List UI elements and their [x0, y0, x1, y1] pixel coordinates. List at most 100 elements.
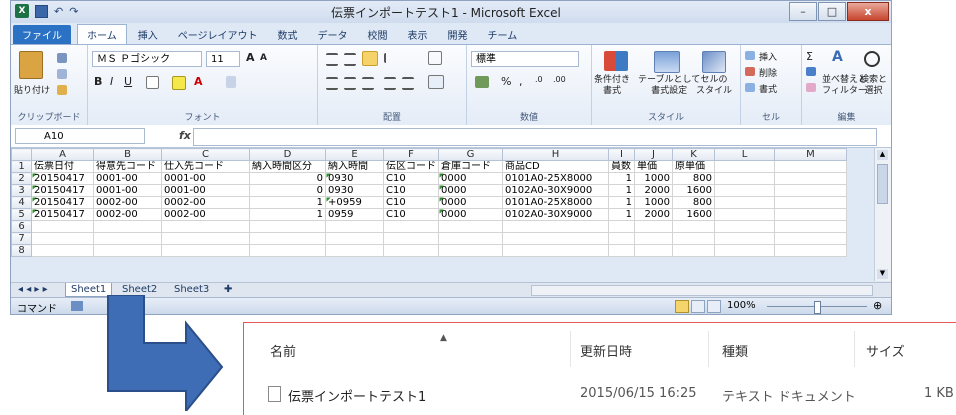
zoom-in-icon[interactable]: ⊕ [873, 299, 882, 312]
grid-cell[interactable]: 1 [249, 196, 326, 209]
table-format-button[interactable]: テーブルとして 書式設定 [638, 75, 700, 97]
grid-cell[interactable] [608, 244, 635, 257]
grid-cell[interactable] [249, 232, 326, 245]
grid-cell[interactable] [714, 244, 775, 257]
normal-view-icon[interactable] [675, 300, 689, 313]
grid-cell[interactable]: 納入時間 [325, 160, 384, 173]
grid-cell[interactable] [502, 244, 609, 257]
column-header[interactable]: L [714, 148, 775, 161]
tab-page-layout[interactable]: ページレイアウト [169, 25, 267, 44]
grid-cell[interactable]: 伝区コード [383, 160, 439, 173]
grid-cell[interactable]: 単価 [634, 160, 673, 173]
grid-cell[interactable]: 0101A0-25X8000 [502, 196, 609, 209]
tab-data[interactable]: データ [309, 25, 357, 44]
grid-cell[interactable]: 20150417 [31, 196, 94, 209]
grid-cell[interactable]: 伝票日付 [31, 160, 94, 173]
grid-cell[interactable]: C10 [383, 184, 439, 197]
conditional-format-icon[interactable] [604, 51, 628, 71]
paste-icon[interactable] [19, 51, 43, 79]
grid-cell[interactable] [249, 220, 326, 233]
grid-cell[interactable]: 原単価 [672, 160, 715, 173]
conditional-format-button[interactable]: 条件付き 書式 [594, 75, 630, 97]
grid-cell[interactable] [774, 232, 847, 245]
font-color-icon[interactable]: A [194, 75, 203, 88]
number-format-select[interactable]: 標準 [471, 51, 579, 67]
grid-cell[interactable]: 0930 [325, 172, 384, 185]
tab-team[interactable]: チーム [479, 25, 527, 44]
grid-cell[interactable]: 0000 [438, 196, 503, 209]
fill-icon[interactable] [806, 67, 816, 76]
grid-cell[interactable]: 1000 [634, 172, 673, 185]
column-header[interactable]: C [161, 148, 250, 161]
grid-cell[interactable]: 0000 [438, 184, 503, 197]
grid-cell[interactable]: 得意先コード [93, 160, 162, 173]
currency-icon[interactable] [475, 76, 489, 88]
grid-cell[interactable]: 0001-00 [161, 184, 250, 197]
grid-cell[interactable] [634, 220, 673, 233]
grid-cell[interactable] [325, 220, 384, 233]
grid-cell[interactable] [383, 232, 439, 245]
grid-cell[interactable]: 2000 [634, 208, 673, 221]
grid-cell[interactable]: 0001-00 [93, 172, 162, 185]
grid-cell[interactable] [31, 244, 94, 257]
formula-input[interactable] [193, 128, 877, 146]
grid-cell[interactable]: 1 [608, 196, 635, 209]
grid-cell[interactable] [634, 244, 673, 257]
align-bottom-icon[interactable] [362, 51, 378, 66]
grid-cell[interactable]: 0002-00 [161, 196, 250, 209]
merge-cells-icon[interactable] [428, 75, 444, 89]
column-header[interactable]: M [774, 148, 847, 161]
format-cells-button[interactable]: 書式 [759, 82, 777, 95]
sort-filter-icon[interactable]: A [832, 49, 843, 65]
zoom-thumb[interactable] [814, 301, 821, 314]
delete-cells-button[interactable]: 削除 [759, 66, 777, 79]
align-left-icon[interactable] [326, 77, 338, 90]
row-header[interactable]: 7 [11, 232, 32, 245]
insert-cells-icon[interactable] [745, 51, 755, 60]
column-header[interactable]: I [608, 148, 635, 161]
grid-cell[interactable]: 800 [672, 196, 715, 209]
grid-cell[interactable] [714, 184, 775, 197]
grid-cell[interactable]: 20150417 [31, 172, 94, 185]
close-button[interactable]: x [847, 2, 889, 21]
wrap-text-icon[interactable] [428, 51, 442, 65]
clear-icon[interactable] [806, 83, 816, 92]
grid-cell[interactable]: 0102A0-30X9000 [502, 208, 609, 221]
grid-cell[interactable]: 0102A0-30X9000 [502, 184, 609, 197]
font-name-select[interactable]: ＭＳ Ｐゴシック [92, 51, 202, 67]
grid-cell[interactable]: 商品CD [502, 160, 609, 173]
shrink-font-icon[interactable]: A [260, 53, 267, 63]
grid-cell[interactable] [438, 232, 503, 245]
grid-cell[interactable]: 納入時間区分 [249, 160, 326, 173]
tab-insert[interactable]: 挿入 [129, 25, 167, 44]
column-size[interactable]: サイズ [866, 341, 905, 360]
paste-button[interactable]: 貼り付け [14, 83, 50, 96]
border-icon[interactable] [146, 76, 159, 89]
grid-cell[interactable] [714, 208, 775, 221]
grid-cell[interactable] [93, 232, 162, 245]
comma-icon[interactable]: , [519, 75, 523, 88]
scroll-up-icon[interactable]: ▲ [877, 150, 888, 160]
grid-cell[interactable]: +0959 [325, 196, 384, 209]
grid-cell[interactable]: C10 [383, 172, 439, 185]
grid-cell[interactable]: 倉庫コード [438, 160, 503, 173]
row-header[interactable]: 8 [11, 244, 32, 257]
grid-cell[interactable] [714, 160, 775, 173]
grid-cell[interactable]: 20150417 [31, 208, 94, 221]
bold-button[interactable]: B [94, 75, 102, 88]
column-header[interactable]: K [672, 148, 715, 161]
row-header[interactable]: 3 [11, 184, 32, 197]
format-cells-icon[interactable] [745, 83, 755, 92]
grid-cell[interactable]: C10 [383, 208, 439, 221]
grid-cell[interactable] [714, 232, 775, 245]
grid-cell[interactable]: 20150417 [31, 184, 94, 197]
grid-cell[interactable]: 1600 [672, 208, 715, 221]
increase-decimal-icon[interactable]: .0 [535, 75, 543, 84]
grid-cell[interactable] [438, 244, 503, 257]
grid-cell[interactable] [325, 232, 384, 245]
grid-cell[interactable] [714, 172, 775, 185]
grid-cell[interactable]: 1 [608, 208, 635, 221]
column-header[interactable]: A [31, 148, 94, 161]
name-box[interactable]: A10 [15, 128, 145, 144]
cell-styles-icon[interactable] [702, 51, 726, 73]
